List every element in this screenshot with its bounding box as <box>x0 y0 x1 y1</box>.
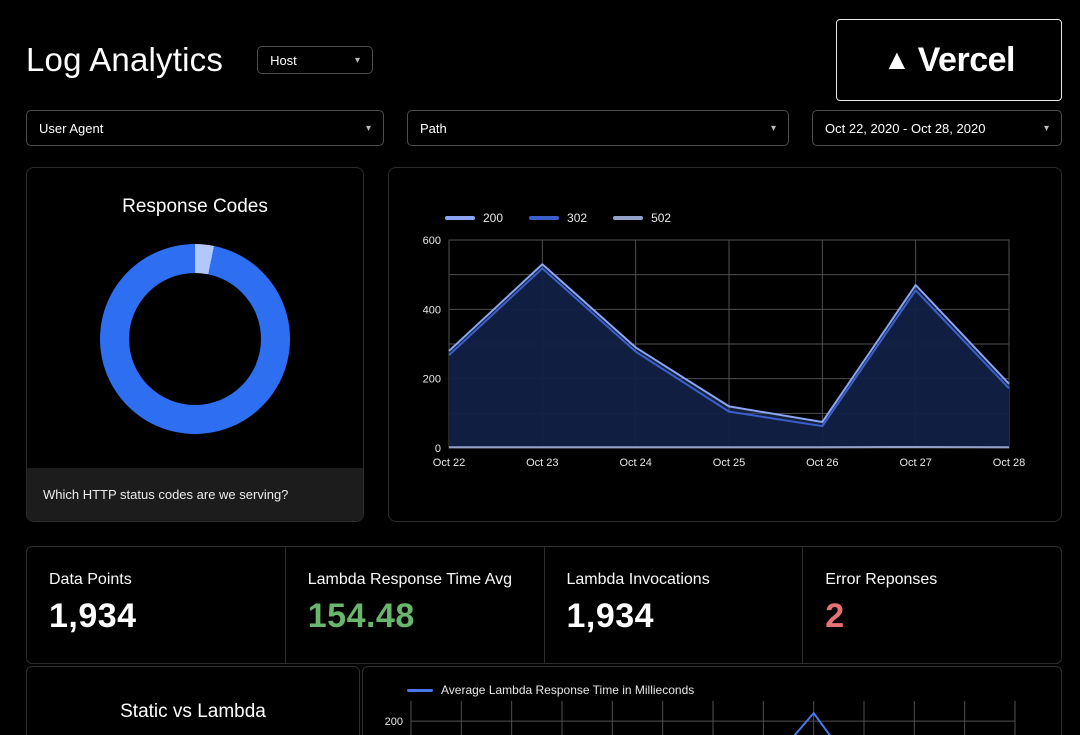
stat-card-lambda-invocations: Lambda Invocations 1,934 <box>544 547 803 663</box>
legend-item-average-lambda-response-time-in-millieconds[interactable]: Average Lambda Response Time in Millieco… <box>407 683 694 697</box>
stat-card-error-responses: Error Reponses 2 <box>802 547 1061 663</box>
filter-bar: User Agent ▾ Path ▾ Oct 22, 2020 - Oct 2… <box>0 100 1080 146</box>
svg-text:Oct 23: Oct 23 <box>526 457 558 469</box>
svg-text:0: 0 <box>435 443 441 455</box>
legend-marker-icon <box>407 689 433 692</box>
lambda-response-chart-card: Average Lambda Response Time in Millieco… <box>362 666 1062 735</box>
stat-card-lambda-response-time-avg: Lambda Response Time Avg 154.48 <box>285 547 544 663</box>
svg-text:600: 600 <box>423 235 441 247</box>
lambda-response-legend: Average Lambda Response Time in Millieco… <box>407 681 1061 699</box>
path-dropdown-label: Path <box>420 121 447 136</box>
log-analytics-dashboard: Log Analytics Host ▾ ▲ Vercel User Agent… <box>0 0 1080 735</box>
vercel-triangle-icon: ▲ <box>883 46 911 74</box>
charts-row: Response Codes Which HTTP status codes a… <box>0 146 1080 522</box>
response-codes-card: Response Codes Which HTTP status codes a… <box>26 167 364 522</box>
stats-row: Data Points 1,934 Lambda Response Time A… <box>26 546 1062 664</box>
bottom-row: Static vs Lambda Average Lambda Response… <box>26 666 1062 735</box>
stat-value: 1,934 <box>49 597 285 636</box>
chevron-down-icon: ▾ <box>366 123 371 134</box>
vercel-logo-card: ▲ Vercel <box>836 19 1062 101</box>
status-codes-chart-card: 200 302 502 0 200 400 600 Oct 22 Oct 23 Oct 24 Oc… <box>388 167 1062 522</box>
chevron-down-icon: ▾ <box>771 123 776 134</box>
svg-text:200: 200 <box>423 374 441 386</box>
donut-hole <box>129 273 261 405</box>
lambda-response-line-chart[interactable]: 200 <box>365 699 1055 735</box>
legend-item-200[interactable]: 200 <box>445 211 503 225</box>
host-dropdown[interactable]: Host ▾ <box>257 46 373 74</box>
status-codes-legend: 200 302 502 <box>445 208 1045 228</box>
page-title: Log Analytics <box>26 41 223 79</box>
stat-label: Lambda Response Time Avg <box>308 571 544 589</box>
stat-value: 1,934 <box>567 597 803 636</box>
stat-label: Data Points <box>49 571 285 589</box>
user-agent-dropdown-label: User Agent <box>39 121 103 136</box>
static-vs-lambda-title: Static vs Lambda <box>27 701 359 723</box>
chevron-down-icon: ▾ <box>355 55 360 66</box>
response-codes-donut-chart[interactable] <box>100 244 290 434</box>
user-agent-dropdown[interactable]: User Agent ▾ <box>26 110 384 146</box>
legend-item-302[interactable]: 302 <box>529 211 587 225</box>
stat-label: Error Reponses <box>825 571 1061 589</box>
status-codes-line-chart[interactable]: 0 200 400 600 Oct 22 Oct 23 Oct 24 Oct 25 Oct 26… <box>405 234 1045 474</box>
svg-text:Oct 24: Oct 24 <box>619 457 651 469</box>
legend-label: 302 <box>567 211 587 225</box>
legend-marker-icon <box>613 216 643 220</box>
svg-text:Oct 22: Oct 22 <box>433 457 465 469</box>
static-vs-lambda-card: Static vs Lambda <box>26 666 360 735</box>
path-dropdown[interactable]: Path ▾ <box>407 110 789 146</box>
host-dropdown-label: Host <box>270 53 297 68</box>
stat-value: 154.48 <box>308 597 544 636</box>
chevron-down-icon: ▾ <box>1044 123 1049 134</box>
svg-text:Oct 26: Oct 26 <box>806 457 838 469</box>
legend-label: 200 <box>483 211 503 225</box>
date-range-label: Oct 22, 2020 - Oct 28, 2020 <box>825 121 985 136</box>
response-codes-title: Response Codes <box>27 196 363 218</box>
stat-value: 2 <box>825 597 1061 636</box>
response-codes-caption: Which HTTP status codes are we serving? <box>27 468 363 521</box>
header: Log Analytics Host ▾ ▲ Vercel <box>0 0 1080 100</box>
stat-card-data-points: Data Points 1,934 <box>27 547 285 663</box>
legend-item-502[interactable]: 502 <box>613 211 671 225</box>
svg-text:Oct 28: Oct 28 <box>993 457 1025 469</box>
stat-label: Lambda Invocations <box>567 571 803 589</box>
svg-text:Oct 27: Oct 27 <box>899 457 931 469</box>
svg-text:Oct 25: Oct 25 <box>713 457 745 469</box>
legend-marker-icon <box>445 216 475 220</box>
legend-marker-icon <box>529 216 559 220</box>
legend-label: 502 <box>651 211 671 225</box>
legend-label: Average Lambda Response Time in Millieco… <box>441 683 694 697</box>
date-range-dropdown[interactable]: Oct 22, 2020 - Oct 28, 2020 ▾ <box>812 110 1062 146</box>
svg-text:400: 400 <box>423 304 441 316</box>
vercel-wordmark: Vercel <box>918 41 1015 80</box>
svg-text:200: 200 <box>385 716 403 728</box>
